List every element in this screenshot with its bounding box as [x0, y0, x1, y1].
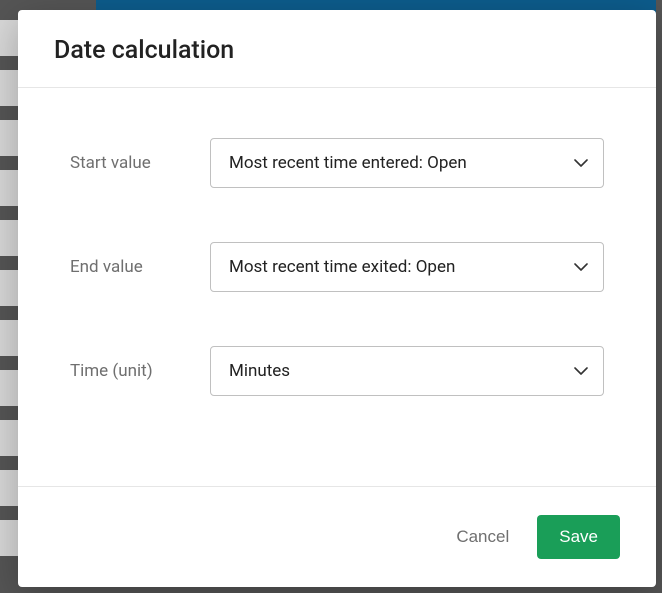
- time-unit-selected-text: Minutes: [229, 361, 290, 381]
- start-value-row: Start value Most recent time entered: Op…: [70, 138, 604, 188]
- start-value-selected-text: Most recent time entered: Open: [229, 153, 467, 173]
- end-value-select[interactable]: Most recent time exited: Open: [210, 242, 604, 292]
- end-value-selected-text: Most recent time exited: Open: [229, 257, 455, 277]
- date-calculation-modal: Date calculation Start value Most recent…: [18, 10, 656, 587]
- modal-title: Date calculation: [54, 36, 620, 65]
- time-unit-select[interactable]: Minutes: [210, 346, 604, 396]
- time-unit-label: Time (unit): [70, 361, 210, 381]
- modal-body: Start value Most recent time entered: Op…: [18, 88, 656, 486]
- save-button[interactable]: Save: [537, 515, 620, 559]
- start-value-label: Start value: [70, 153, 210, 173]
- modal-footer: Cancel Save: [18, 486, 656, 587]
- end-value-row: End value Most recent time exited: Open: [70, 242, 604, 292]
- modal-header: Date calculation: [18, 10, 656, 88]
- cancel-button[interactable]: Cancel: [452, 519, 513, 555]
- time-unit-row: Time (unit) Minutes: [70, 346, 604, 396]
- start-value-select[interactable]: Most recent time entered: Open: [210, 138, 604, 188]
- end-value-label: End value: [70, 257, 210, 277]
